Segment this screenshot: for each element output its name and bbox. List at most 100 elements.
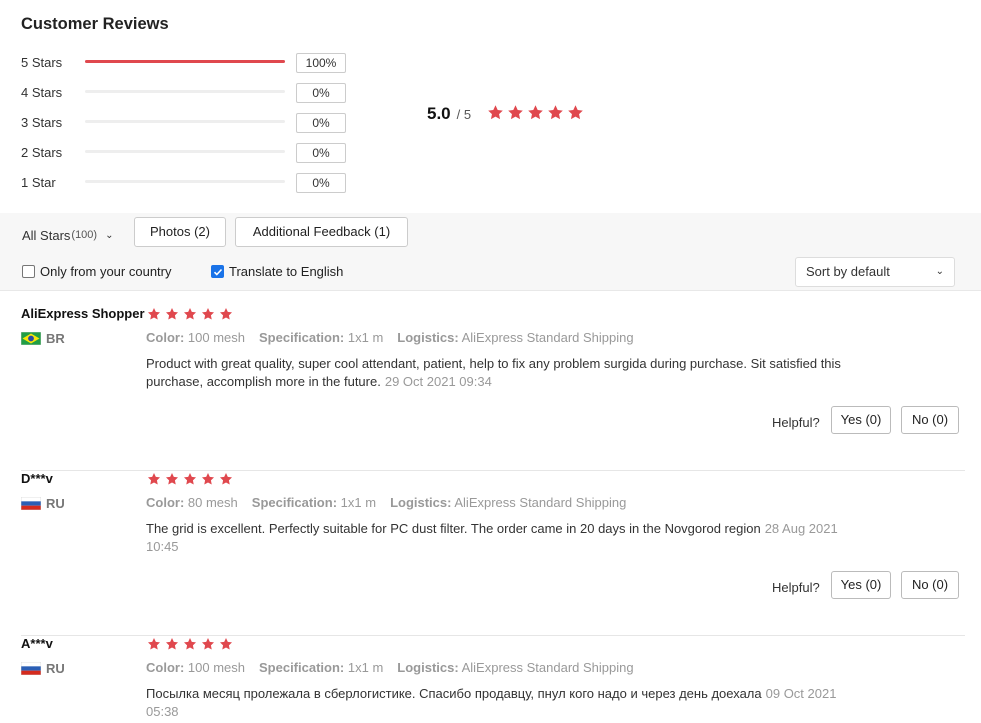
reviewer-name: D***v [21,471,53,486]
brazil-flag-icon [21,332,41,345]
specification-value: 1x1 m [347,330,384,345]
reviewer-country: BR [21,331,65,346]
review-meta: Color: 80 mesh Specification: 1x1 m Logist… [146,495,640,510]
all-stars-count: (100) [71,229,98,241]
average-rating: 5.0 / 5 [427,104,471,124]
rating-row[interactable]: 2 Stars 0% [21,142,351,163]
photos-filter-button[interactable]: Photos (2) [134,217,226,247]
color-value: 100 mesh [187,660,245,675]
all-stars-dropdown[interactable]: All Stars (100) ⌄ [22,227,113,243]
reviewer-name: A***v [21,636,53,651]
review-text: Посылка месяц пролежала в сберлогистике.… [146,685,866,721]
color-value: 80 mesh [187,495,238,510]
review-date: 29 Oct 2021 09:34 [384,374,492,389]
country-code: BR [46,331,65,346]
rating-bar-fill [85,60,285,63]
helpful-no-button[interactable]: No (0) [901,571,959,599]
rating-bar-track [85,60,285,63]
rating-row-label: 5 Stars [21,54,63,70]
rating-percent: 0% [296,83,346,103]
star-icon [183,472,197,486]
review-text: The grid is excellent. Perfectly suitabl… [146,520,866,556]
only-country-checkbox[interactable]: Only from your country [22,264,172,279]
rating-percent: 100% [296,53,346,73]
star-icon [507,104,524,121]
star-icon [219,307,233,321]
chevron-down-icon: ⌄ [935,266,944,277]
helpful-label: Helpful? [772,580,820,595]
additional-feedback-button[interactable]: Additional Feedback (1) [235,217,408,247]
logistics-label: Logistics: [397,660,459,675]
star-icon [201,307,215,321]
rating-bar-track [85,150,285,153]
star-icon [183,637,197,651]
color-value: 100 mesh [187,330,245,345]
logistics-label: Logistics: [397,330,459,345]
rating-bar-track [85,120,285,123]
rating-row-label: 1 Star [21,174,56,190]
star-icon [567,104,584,121]
rating-row-label: 4 Stars [21,84,63,100]
review-item: A***v RU Color: 100 mesh Specification: 1x1… [0,636,981,723]
specification-value: 1x1 m [340,495,377,510]
rating-row[interactable]: 4 Stars 0% [21,82,351,103]
checkbox-icon[interactable] [211,265,224,278]
logistics-label: Logistics: [390,495,452,510]
review-stars [147,472,237,486]
rating-row-label: 2 Stars [21,144,63,160]
chevron-down-icon: ⌄ [105,229,114,241]
filter-bar: All Stars (100) ⌄ Photos (2) Additional … [0,213,981,291]
color-label: Color: [146,660,185,675]
rating-bar-track [85,180,285,183]
country-code: RU [46,496,65,511]
star-icon [219,637,233,651]
rating-percent: 0% [296,113,346,133]
all-stars-label: All Stars [22,227,71,243]
review-stars [147,307,237,321]
review-text: Product with great quality, super cool a… [146,355,866,391]
specification-label: Specification: [259,330,345,345]
russia-flag-icon [21,497,41,510]
country-code: RU [46,661,65,676]
rating-row[interactable]: 3 Stars 0% [21,112,351,133]
average-out-of: / 5 [456,107,472,122]
color-label: Color: [146,330,185,345]
sort-label: Sort by default [806,264,890,279]
helpful-yes-button[interactable]: Yes (0) [831,406,891,434]
review-body: The grid is excellent. Perfectly suitabl… [146,521,761,536]
star-icon [487,104,504,121]
rating-row[interactable]: 1 Star 0% [21,172,351,193]
rating-row[interactable]: 5 Stars 100% [21,52,351,73]
logistics-value: AliExpress Standard Shipping [461,660,634,675]
logistics-value: AliExpress Standard Shipping [461,330,634,345]
review-body: Посылка месяц пролежала в сберлогистике.… [146,686,762,701]
star-icon [165,472,179,486]
rating-percent: 0% [296,173,346,193]
star-icon [165,307,179,321]
sort-dropdown[interactable]: Sort by default ⌄ [795,257,955,287]
helpful-no-button[interactable]: No (0) [901,406,959,434]
checkbox-icon[interactable] [22,265,35,278]
star-icon [201,472,215,486]
translate-checkbox[interactable]: Translate to English [211,264,343,279]
average-score: 5.0 [427,104,451,123]
specification-label: Specification: [251,495,338,510]
rating-bar-track [85,90,285,93]
star-icon [147,637,161,651]
rating-row-label: 3 Stars [21,114,63,130]
review-item: D***v RU Color: 80 mesh Specification: 1x1 … [0,471,981,636]
review-stars [147,637,237,651]
page-title: Customer Reviews [21,15,169,33]
star-icon [201,637,215,651]
review-meta: Color: 100 mesh Specification: 1x1 m Logis… [146,330,648,345]
star-icon [147,472,161,486]
review-meta: Color: 100 mesh Specification: 1x1 m Logis… [146,660,648,675]
reviewer-name: AliExpress Shopper [21,306,145,321]
star-icon [219,472,233,486]
only-country-label: Only from your country [40,264,172,279]
russia-flag-icon [21,662,41,675]
helpful-label: Helpful? [772,415,820,430]
helpful-yes-button[interactable]: Yes (0) [831,571,891,599]
star-icon [147,307,161,321]
star-icon [183,307,197,321]
